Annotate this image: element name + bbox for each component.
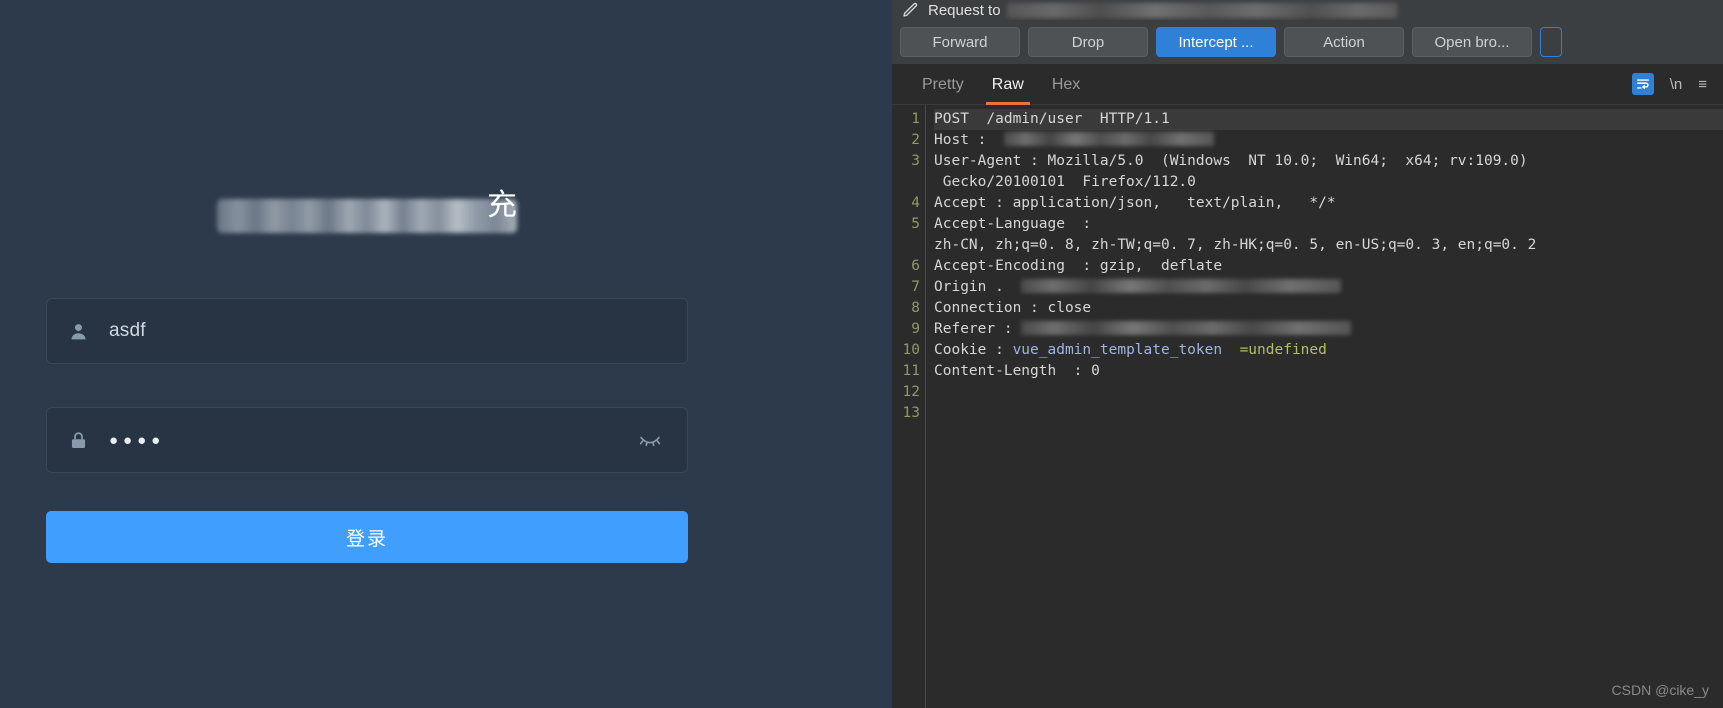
password-field[interactable]: ●●●● [46, 407, 688, 473]
cookie-value: =undefined [1239, 342, 1327, 358]
burp-tab-actions: \n ≡ [1631, 73, 1723, 95]
login-page: 充 asdf ●●●● 登录 [0, 0, 892, 708]
toolbar-overflow-button[interactable] [1540, 27, 1562, 57]
request-line: Host : [934, 130, 1723, 151]
user-icon [47, 321, 109, 342]
menu-icon[interactable]: ≡ [1698, 76, 1707, 93]
request-line: User-Agent : Mozilla/5.0 (Windows NT 10.… [934, 153, 1528, 169]
username-field[interactable]: asdf [46, 298, 688, 364]
request-raw-text[interactable]: POST /admin/user HTTP/1.1 Host : User-Age… [926, 105, 1723, 708]
header-name: Cookie : [934, 342, 1013, 358]
eye-off-icon[interactable] [635, 425, 665, 455]
password-value: ●●●● [109, 431, 166, 449]
burp-view-tabs: Pretty Raw Hex \n ≡ [892, 64, 1723, 105]
burp-request-header-title: Request to [928, 1, 1001, 19]
header-name: Origin . [934, 279, 1022, 295]
request-line: Referer : [934, 319, 1723, 340]
burp-request-header: Request to [892, 0, 1723, 20]
line-number: 10 [902, 342, 920, 358]
intercept-toggle-button[interactable]: Intercept ... [1156, 27, 1276, 57]
burp-toolbar: Forward Drop Intercept ... Action Open b… [892, 20, 1723, 64]
request-line: Gecko/20100101 Firefox/112.0 [934, 174, 1196, 190]
watermark: CSDN @cike_y [1611, 682, 1709, 698]
line-number: 7 [911, 279, 920, 295]
newline-icon[interactable]: \n [1670, 76, 1683, 93]
tab-raw[interactable]: Raw [978, 64, 1038, 105]
request-line: Origin . [934, 277, 1723, 298]
request-line: Accept : application/json, text/plain, *… [934, 195, 1336, 211]
line-number: 4 [911, 195, 920, 211]
redacted-value [1021, 279, 1342, 293]
tab-pretty[interactable]: Pretty [908, 64, 978, 105]
login-submit-button[interactable]: 登录 [46, 511, 688, 563]
header-name: Referer : [934, 321, 1022, 337]
line-number [892, 172, 925, 193]
screen-root: 充 asdf ●●●● 登录 Request to Forward Drop I… [0, 0, 1723, 708]
login-title-visible-char: 充 [487, 188, 517, 223]
action-button[interactable]: Action [1284, 27, 1404, 57]
burp-request-header-redacted-host [1006, 2, 1397, 18]
request-line [934, 382, 1723, 403]
request-line: Accept-Encoding : gzip, deflate [934, 258, 1223, 274]
line-number: 6 [911, 258, 920, 274]
request-editor[interactable]: 1 2 3 4 5 6 7 8 9 10 11 12 13 POST /admin/user HTTP/… [892, 105, 1723, 708]
line-number: 8 [911, 300, 920, 316]
request-line: Accept-Language : [934, 216, 1092, 232]
burp-proxy-panel: Request to Forward Drop Intercept ... Ac… [892, 0, 1723, 708]
lock-icon [47, 430, 109, 451]
line-number: 9 [911, 321, 920, 337]
drop-button[interactable]: Drop [1028, 27, 1148, 57]
request-line: Content-Length : 0 [934, 363, 1100, 379]
line-number: 13 [902, 405, 920, 421]
request-line [934, 403, 1723, 424]
request-line: Cookie : vue_admin_template_token =undef… [934, 340, 1723, 361]
request-line: Connection : close [934, 300, 1092, 316]
cookie-name: vue_admin_template_token [1012, 342, 1240, 358]
username-value: asdf [109, 320, 146, 341]
line-number: 12 [902, 384, 920, 400]
header-name: Host : [934, 132, 1004, 148]
line-number-gutter: 1 2 3 4 5 6 7 8 9 10 11 12 13 [892, 105, 926, 708]
tab-hex[interactable]: Hex [1038, 64, 1094, 105]
open-browser-button[interactable]: Open bro... [1412, 27, 1532, 57]
forward-button[interactable]: Forward [900, 27, 1020, 57]
login-title-redacted-text [217, 199, 517, 233]
line-number: 5 [911, 216, 920, 232]
login-title [46, 186, 688, 246]
line-number: 1 [911, 111, 920, 127]
line-number [892, 235, 925, 256]
request-line: POST /admin/user HTTP/1.1 [934, 109, 1723, 130]
redacted-value [1003, 132, 1214, 146]
wrap-lines-icon[interactable] [1631, 73, 1654, 95]
redacted-value [1021, 321, 1352, 335]
line-number: 3 [911, 153, 920, 169]
line-number: 11 [902, 363, 920, 379]
pencil-icon [892, 1, 928, 19]
request-line: zh-CN, zh;q=0. 8, zh-TW;q=0. 7, zh-HK;q=… [934, 237, 1537, 253]
line-number: 2 [911, 132, 920, 148]
